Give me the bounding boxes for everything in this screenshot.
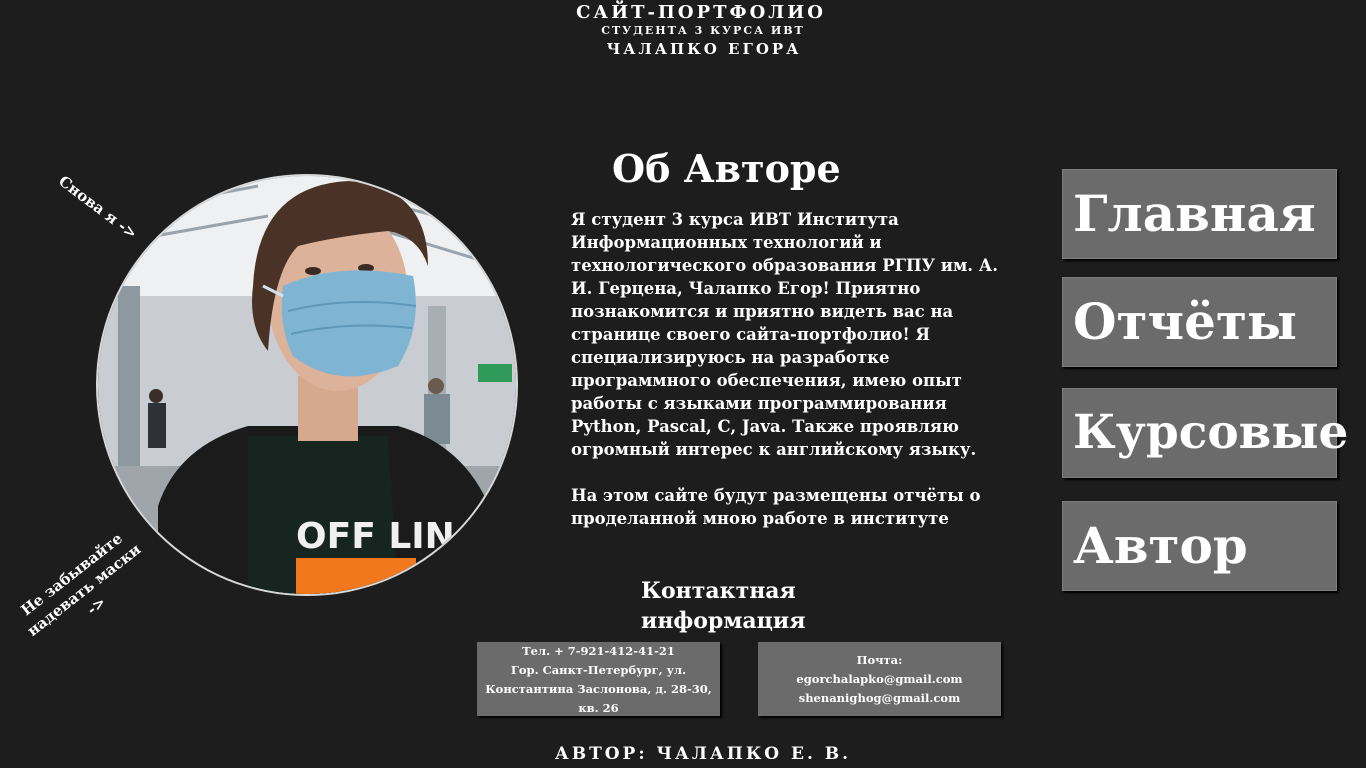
contact-email-1[interactable]: egorchalapko@gmail.com <box>758 670 1001 689</box>
contacts-title: Контактная информация <box>641 578 806 634</box>
contact-address-box: Тел. + 7-921-412-41-21 Гор. Санкт-Петерб… <box>477 642 720 716</box>
header-title: САЙТ-ПОРТФОЛИО <box>576 2 826 23</box>
nav-courses-button[interactable]: Курсовые <box>1062 388 1348 478</box>
about-text: Я студент 3 курса ИВТ Института Информац… <box>571 208 1011 553</box>
contact-mail-label: Почта: <box>856 653 903 667</box>
nav-main-button[interactable]: Главная <box>1062 169 1337 259</box>
author-photo: OFF LIN <box>98 176 516 594</box>
photo-note-bottom: Не забывайте надевать маски -> <box>17 529 145 640</box>
site-header: САЙТ-ПОРТФОЛИО СТУДЕНТА 3 КУРСА ИВТ ЧАЛА… <box>0 0 1366 64</box>
contact-email-2[interactable]: shenanighog@gmail.com <box>758 689 1001 708</box>
site-footer: АВТОР: ЧАЛАПКО Е. В. <box>554 744 852 764</box>
photo-note-top: Снова я -> <box>55 172 141 243</box>
about-paragraph-2: На этом сайте будут размещены отчёты о п… <box>571 486 981 528</box>
svg-text:OFF LIN: OFF LIN <box>296 516 455 557</box>
contact-email-box: Почта: egorchalapko@gmail.com shenanigho… <box>758 642 1001 716</box>
header-name: ЧАЛАПКО ЕГОРА <box>606 40 802 58</box>
contact-address: Гор. Санкт-Петербург, ул. Константина За… <box>485 663 712 715</box>
contact-phone: Тел. + 7-921-412-41-21 <box>522 644 675 658</box>
nav-reports-button[interactable]: Отчёты <box>1062 277 1337 367</box>
about-title: Об Авторе <box>612 146 841 191</box>
nav-author-button[interactable]: Автор <box>1062 501 1337 591</box>
header-subtitle: СТУДЕНТА 3 КУРСА ИВТ <box>601 24 805 37</box>
about-paragraph-1: Я студент 3 курса ИВТ Института Информац… <box>571 210 998 459</box>
